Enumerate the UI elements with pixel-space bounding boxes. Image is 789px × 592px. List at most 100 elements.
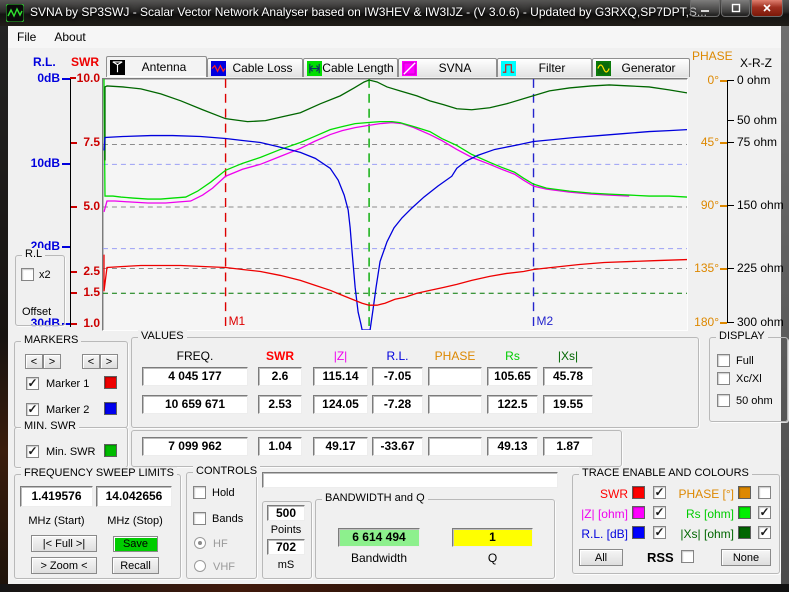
minswr-color-swatch[interactable] <box>104 444 117 457</box>
tab-svna[interactable]: SVNA <box>398 58 497 77</box>
trace-color-phase-[interactable] <box>738 486 751 499</box>
vhf-label: VHF <box>213 561 235 573</box>
rss-checkbox[interactable] <box>681 550 694 563</box>
x2-label: x2 <box>39 269 51 281</box>
save-button[interactable]: Save <box>113 536 158 552</box>
marker2-color-swatch[interactable] <box>104 402 117 415</box>
tab-cable-loss[interactable]: Cable Loss <box>207 58 303 77</box>
marker-label-M1: M1 <box>229 314 246 328</box>
rl-axis-title: R.L. <box>33 55 56 69</box>
display-full-checkbox[interactable] <box>717 354 730 367</box>
minimize-button[interactable] <box>690 0 720 17</box>
minswr-field-c2[interactable]: 49.17 <box>313 437 368 456</box>
minswr-panel-title: MIN. SWR <box>21 420 79 432</box>
right-ohm-tick <box>728 80 734 81</box>
trace-color--z-ohm-[interactable] <box>632 506 645 519</box>
minswr-label: Min. SWR <box>46 446 96 458</box>
trace-none-button[interactable]: None <box>721 549 771 566</box>
tab-label: Generator <box>611 61 686 75</box>
marker2-next-button[interactable]: > <box>100 354 118 369</box>
left-swr-tick-label: 1.0 <box>74 316 100 330</box>
chart-plot[interactable]: M1M2 <box>102 78 688 331</box>
right-axis-line <box>727 80 728 323</box>
right-phase-tick-label: 135° <box>686 261 719 275</box>
value-field-r1-c1[interactable]: 2.53 <box>258 395 302 414</box>
minswr-field-c0[interactable]: 7 099 962 <box>142 437 248 456</box>
value-field-r0-c4[interactable] <box>428 367 482 386</box>
display-option-label: Full <box>736 355 754 367</box>
marker1-prev-button[interactable]: < <box>25 354 43 369</box>
tab-filter[interactable]: Filter <box>497 58 592 77</box>
tab-cable-length[interactable]: Cable Length <box>303 58 398 77</box>
right-ohm-tick <box>728 205 734 206</box>
value-field-r0-c3[interactable]: -7.05 <box>372 367 423 386</box>
display-xc-xl-checkbox[interactable] <box>717 372 730 385</box>
window-title: SVNA by SP3SWJ - Scalar Vector Network A… <box>30 5 707 19</box>
right-ohm-tick <box>728 268 734 269</box>
menu-bar: FileAbout <box>8 26 781 49</box>
value-field-r0-c0[interactable]: 4 045 177 <box>142 367 248 386</box>
value-field-r0-c1[interactable]: 2.6 <box>258 367 302 386</box>
marker1-checkbox[interactable]: ✓ <box>26 377 39 390</box>
marker1-next-button[interactable]: > <box>43 354 61 369</box>
trace-color--xs-ohm-[interactable] <box>738 526 751 539</box>
trace-checkbox-rs-ohm-[interactable]: ✓ <box>758 506 771 519</box>
trace-checkbox-phase-[interactable] <box>758 486 771 499</box>
trace-color-r-l-db-[interactable] <box>632 526 645 539</box>
sweep-stop-input[interactable]: 14.042656 <box>96 486 172 507</box>
minswr-field-c4[interactable] <box>428 437 482 456</box>
left-swr-tick <box>71 323 77 325</box>
marker1-color-swatch[interactable] <box>104 376 117 389</box>
sweep-panel-title: FREQUENCY SWEEP LIMITS <box>21 467 177 479</box>
value-field-r1-c3[interactable]: -7.28 <box>372 395 423 414</box>
right-phase-tick-label: 45° <box>686 135 719 149</box>
tab-label: Cable Length <box>322 61 394 75</box>
value-field-r1-c6[interactable]: 19.55 <box>543 395 593 414</box>
value-field-r1-c2[interactable]: 124.05 <box>313 395 368 414</box>
offset-label: Offset <box>22 306 51 318</box>
marker2-prev-button[interactable]: < <box>82 354 100 369</box>
tab-generator[interactable]: Generator <box>592 58 690 77</box>
bandwidth-value: 6 614 494 <box>338 528 420 547</box>
sweep-start-input[interactable]: 1.419576 <box>20 486 93 507</box>
svna-icon <box>402 61 417 76</box>
left-swr-tick-label: 2.5 <box>74 264 100 278</box>
minswr-field-c3[interactable]: -33.67 <box>372 437 423 456</box>
bands-checkbox[interactable] <box>193 512 206 525</box>
left-db-tick-label: 10dB <box>18 156 60 170</box>
trace-all-button[interactable]: All <box>579 549 623 566</box>
menu-item-file[interactable]: File <box>8 26 45 48</box>
cable-length-icon <box>307 61 322 76</box>
left-swr-tick-label: 7.5 <box>74 135 100 149</box>
minswr-field-c1[interactable]: 1.04 <box>258 437 302 456</box>
right-phase-tick <box>720 80 727 82</box>
trace-color-swr[interactable] <box>632 486 645 499</box>
value-field-r1-c0[interactable]: 10 659 671 <box>142 395 248 414</box>
minswr-field-c6[interactable]: 1.87 <box>543 437 593 456</box>
close-button[interactable] <box>751 0 783 17</box>
full-span-button[interactable]: |< Full >| <box>31 535 97 552</box>
status-input[interactable] <box>262 472 558 488</box>
minswr-field-c5[interactable]: 49.13 <box>487 437 538 456</box>
value-field-r1-c5[interactable]: 122.5 <box>487 395 538 414</box>
recall-button[interactable]: Recall <box>112 557 159 574</box>
trace-checkbox--xs-ohm-[interactable]: ✓ <box>758 526 771 539</box>
title-bar[interactable]: SVNA by SP3SWJ - Scalar Vector Network A… <box>0 0 789 26</box>
value-field-r0-c5[interactable]: 105.65 <box>487 367 538 386</box>
value-field-r0-c6[interactable]: 45.78 <box>543 367 593 386</box>
tab-antenna[interactable]: Antenna <box>106 56 207 77</box>
values-header-6: |Xs| <box>543 349 593 363</box>
menu-item-about[interactable]: About <box>45 26 94 48</box>
hold-checkbox[interactable] <box>193 486 206 499</box>
value-field-r0-c2[interactable]: 115.14 <box>313 367 368 386</box>
trace-color-rs-ohm-[interactable] <box>738 506 751 519</box>
chart-svg: M1M2 <box>103 79 687 330</box>
hf-label: HF <box>213 538 228 550</box>
x2-checkbox[interactable] <box>21 268 34 281</box>
zoom-span-button[interactable]: > Zoom < <box>31 557 97 574</box>
marker2-checkbox[interactable]: ✓ <box>26 403 39 416</box>
display-50-ohm-checkbox[interactable] <box>717 394 730 407</box>
minswr-checkbox[interactable]: ✓ <box>26 445 39 458</box>
value-field-r1-c4[interactable] <box>428 395 482 414</box>
maximize-button[interactable] <box>721 0 750 17</box>
